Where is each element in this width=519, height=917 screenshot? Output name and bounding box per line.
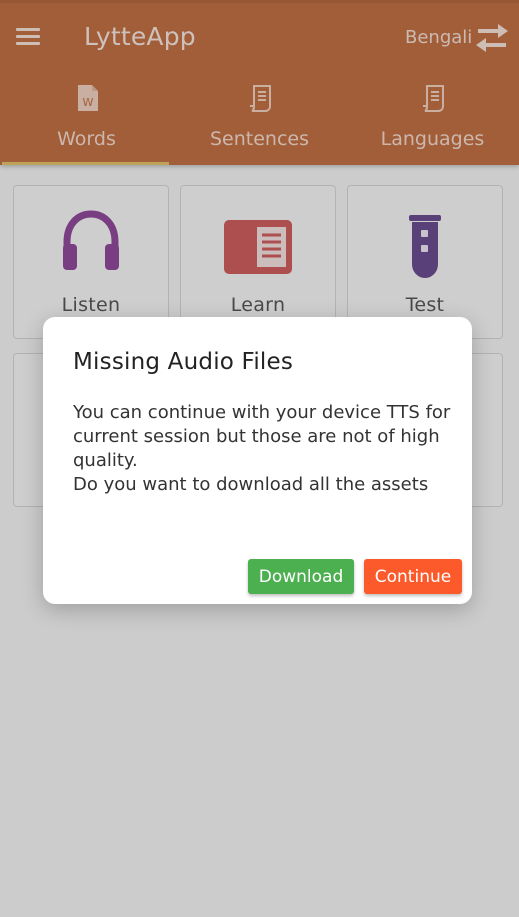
dialog-message-line: You can continue with your device TTS fo… — [73, 402, 451, 471]
continue-button[interactable]: Continue — [364, 559, 462, 594]
dialog-title: Missing Audio Files — [73, 349, 294, 375]
app-screen: LytteApp Bengali W Words Sentences Langu… — [0, 0, 519, 917]
dialog-message: You can continue with your device TTS fo… — [73, 401, 453, 497]
missing-audio-dialog: Missing Audio Files You can continue wit… — [43, 317, 472, 604]
download-button[interactable]: Download — [248, 559, 354, 594]
dialog-message-line: Do you want to download all the assets — [73, 474, 429, 495]
